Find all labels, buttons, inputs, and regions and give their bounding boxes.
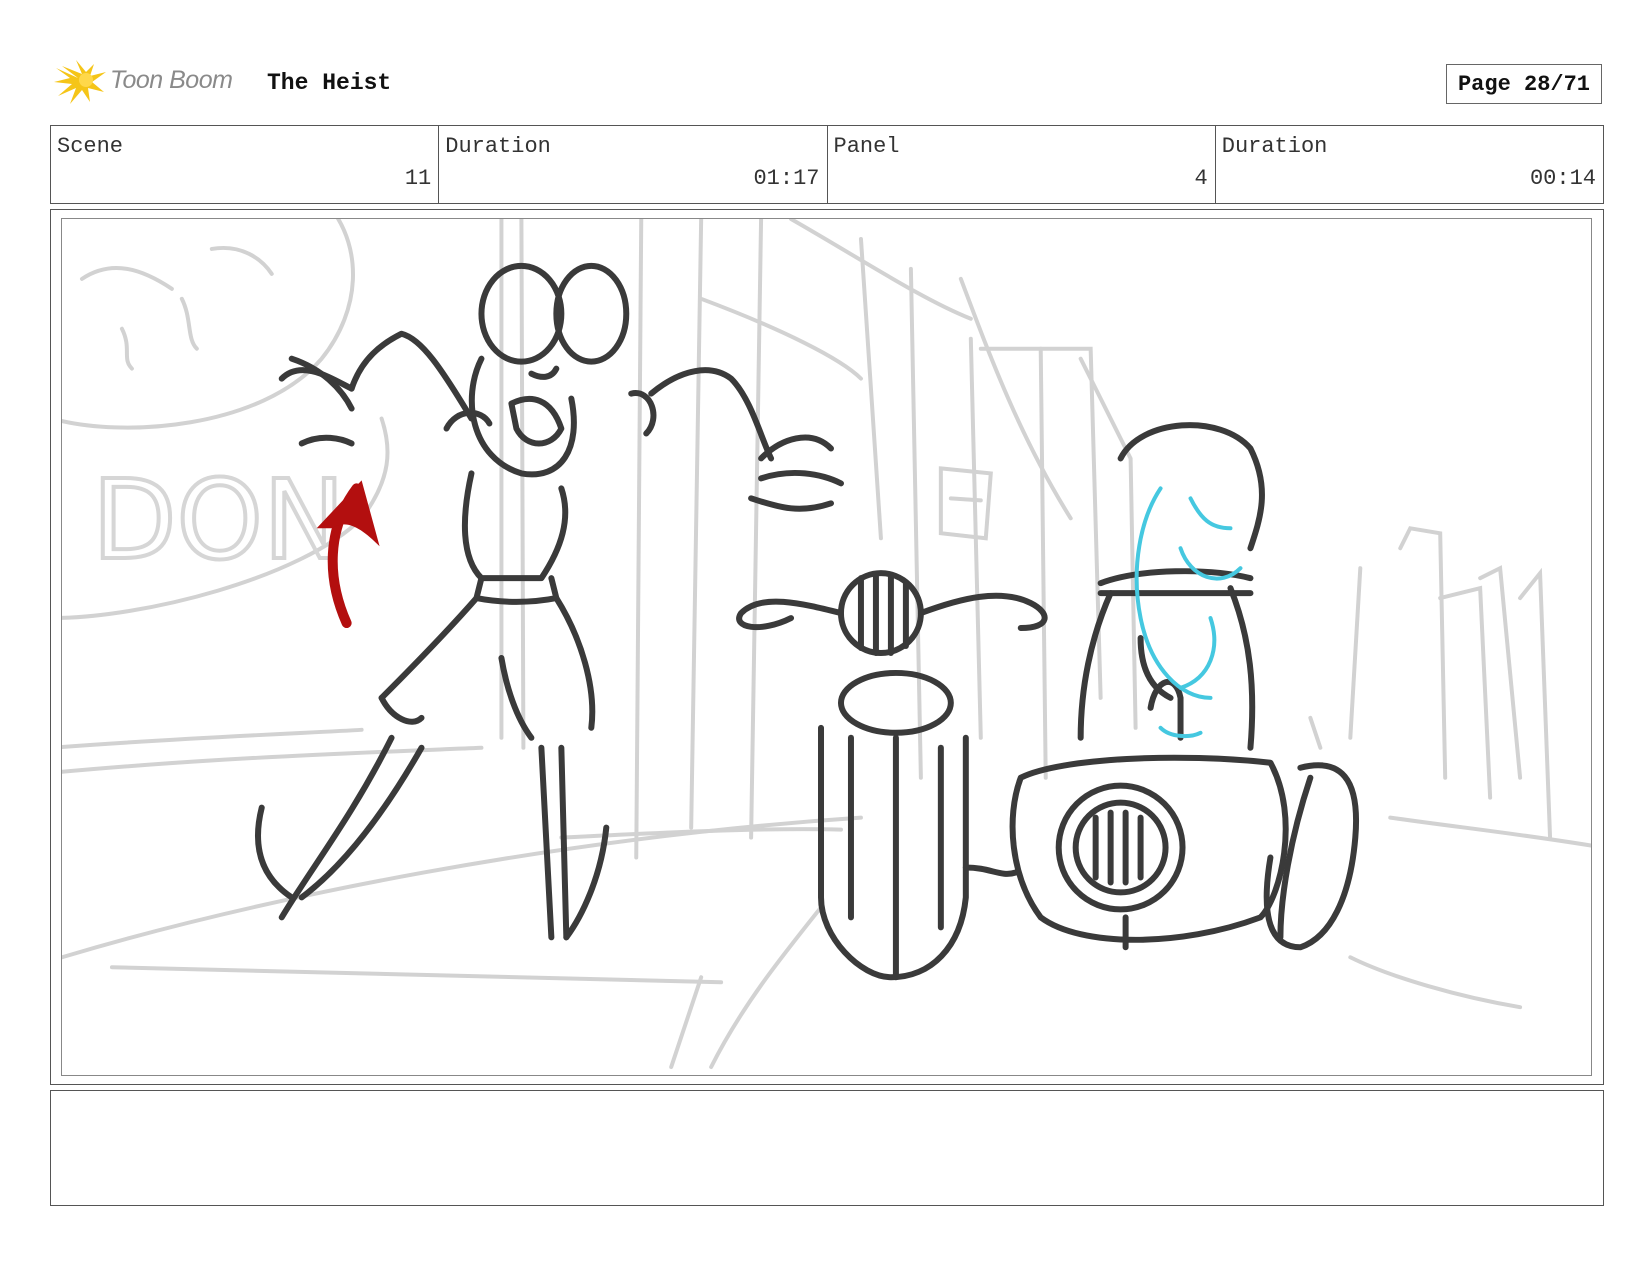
scene-value: 11 [404, 166, 432, 191]
panel-duration-label: Duration [1221, 134, 1328, 159]
toon-boom-logo-icon [54, 60, 106, 104]
scene-duration-value: 01:17 [753, 166, 820, 191]
page-header: Toon Boom The Heist [54, 58, 1604, 106]
scene-info-table: Scene 11 Duration 01:17 Panel 4 Duration… [50, 125, 1604, 204]
sign-text: DON [92, 456, 345, 584]
scene-label: Scene [57, 134, 124, 159]
storyboard-sketch: DON [62, 219, 1591, 1070]
project-title: The Heist [267, 70, 392, 96]
panel-value: 4 [1194, 166, 1208, 191]
brand-name: Toon Boom [110, 66, 233, 94]
panel-notes-box [50, 1090, 1604, 1206]
panel-label: Panel [833, 134, 900, 159]
panel-drawing-area: DON [61, 218, 1592, 1076]
background-sketch: DON [62, 219, 1591, 1070]
panel-cell: Panel 4 [828, 126, 1216, 203]
page-indicator: Page 28/71 [1446, 64, 1602, 104]
scene-duration-cell: Duration 01:17 [439, 126, 828, 203]
panel-duration-value: 00:14 [1529, 166, 1596, 191]
vehicle-sketch [736, 422, 1360, 981]
storyboard-panel: DON [50, 209, 1604, 1085]
scene-duration-label: Duration [445, 134, 551, 159]
scene-cell: Scene 11 [51, 126, 440, 203]
panel-duration-cell: Duration 00:14 [1216, 126, 1603, 203]
